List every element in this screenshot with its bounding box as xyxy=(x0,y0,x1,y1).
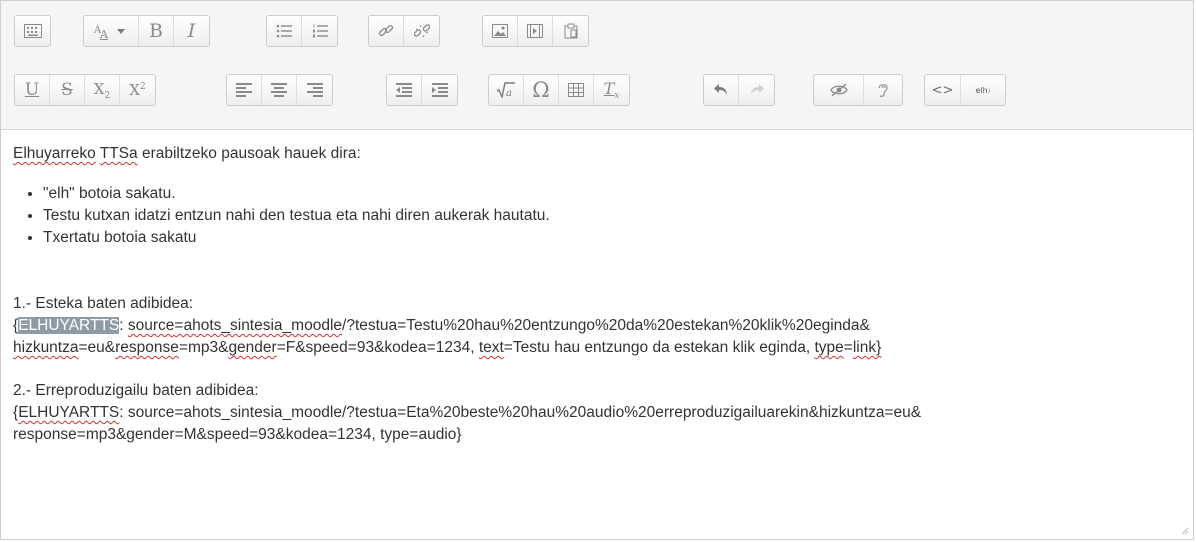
intro-rest: erabiltzeko pausoak hauek dira: xyxy=(137,145,361,162)
strikethrough-button[interactable]: S xyxy=(50,75,85,105)
text-editor: A A B I U S X2 X2 a Ω Tx <> elh) Elhuyar… xyxy=(0,0,1194,540)
editor-content-area[interactable]: Elhuyarreko TTSa erabiltzeko pausoak hau… xyxy=(1,130,1193,540)
bullet-list-button[interactable] xyxy=(267,16,302,46)
image-button[interactable] xyxy=(483,16,518,46)
toolbar-group-links xyxy=(368,15,440,47)
underline-icon: U xyxy=(24,80,40,100)
outdent-button[interactable] xyxy=(387,75,422,105)
accessibility-checker-button[interactable] xyxy=(814,75,864,105)
special-character-button[interactable]: Ω xyxy=(524,75,559,105)
unlink-button[interactable] xyxy=(404,16,439,46)
steps-list: "elh" botoia sakatu. Testu kutxan idatzi… xyxy=(13,183,1193,249)
align-right-button[interactable] xyxy=(297,75,332,105)
media-icon xyxy=(527,24,543,38)
link-icon xyxy=(378,23,394,39)
superscript-icon: X2 xyxy=(129,81,146,99)
list-item: "elh" botoia sakatu. xyxy=(43,183,1193,205)
italic-button[interactable]: I xyxy=(174,16,209,46)
bold-button[interactable]: B xyxy=(139,16,174,46)
svg-text:a: a xyxy=(506,88,512,98)
html-button[interactable]: <> xyxy=(925,75,961,105)
resize-handle[interactable] xyxy=(1181,527,1189,535)
underline-button[interactable]: U xyxy=(15,75,50,105)
intro-paragraph: Elhuyarreko TTSa erabiltzeko pausoak hau… xyxy=(13,143,1193,165)
italic-icon: I xyxy=(187,20,196,42)
media-button[interactable] xyxy=(518,16,553,46)
toolbar-toggle-icon xyxy=(23,24,42,38)
equation-icon: a xyxy=(496,82,516,98)
toolbar-group-accessibility xyxy=(813,74,903,106)
toolbar-group-lists xyxy=(266,15,338,47)
blank-space xyxy=(13,249,1193,293)
toolbar-group-font: A A B I xyxy=(83,15,210,47)
list-item: Txertatu botoia sakatu xyxy=(43,227,1193,249)
font-color-icon: A A xyxy=(91,22,131,40)
subscript-icon: X2 xyxy=(93,79,111,101)
toolbar-group-text-style: U S X2 X2 xyxy=(14,74,156,106)
numbered-list-icon xyxy=(312,24,328,38)
align-center-button[interactable] xyxy=(262,75,297,105)
example1-line2: hizkuntza=eu&response=mp3&gender=F&speed… xyxy=(13,339,882,356)
toolbar-group-insert: a Ω Tx xyxy=(488,74,630,106)
blank-space xyxy=(13,359,1193,380)
image-icon xyxy=(492,24,508,38)
outdent-icon xyxy=(396,83,412,97)
clear-formatting-button[interactable]: Tx xyxy=(594,75,629,105)
example2-line1: {ELHUYARTTS: source=ahots_sintesia_moodl… xyxy=(13,404,922,421)
toolbar-group-media xyxy=(482,15,589,47)
strikethrough-icon: S xyxy=(61,80,73,100)
redo-icon xyxy=(750,84,764,96)
toolbar-group-align xyxy=(226,74,333,106)
html-icon: <> xyxy=(931,82,954,98)
table-button[interactable] xyxy=(559,75,594,105)
equation-button[interactable]: a xyxy=(489,75,524,105)
example2-line2: response=mp3&gender=M&speed=93&kodea=123… xyxy=(13,426,462,443)
elh-tts-button[interactable]: elh) xyxy=(961,75,1005,105)
align-right-icon xyxy=(306,83,323,97)
toolbar-group-toggle xyxy=(14,15,51,47)
align-center-icon xyxy=(271,83,287,97)
font-color-button[interactable]: A A xyxy=(84,16,139,46)
indent-button[interactable] xyxy=(422,75,457,105)
manage-files-icon xyxy=(564,23,578,39)
undo-button[interactable] xyxy=(704,75,739,105)
selected-text: ELHUYARTTS xyxy=(18,317,120,334)
redo-button[interactable] xyxy=(739,75,774,105)
superscript-button[interactable]: X2 xyxy=(120,75,155,105)
special-character-icon: Ω xyxy=(532,78,550,102)
list-item: Testu kutxan idatzi entzun nahi den test… xyxy=(43,205,1193,227)
bullet-list-icon xyxy=(276,24,292,38)
example1-line1: {ELHUYARTTS: source=ahots_sintesia_moodl… xyxy=(13,317,870,334)
undo-icon xyxy=(714,84,728,96)
numbered-list-button[interactable] xyxy=(302,16,337,46)
editor-toolbar: A A B I U S X2 X2 a Ω Tx <> elh) xyxy=(1,1,1193,130)
toolbar-group-indent xyxy=(386,74,458,106)
toolbar-group-source: <> elh) xyxy=(924,74,1006,106)
subscript-button[interactable]: X2 xyxy=(85,75,120,105)
intro-word-ttsa: TTSa xyxy=(99,145,138,162)
align-left-button[interactable] xyxy=(227,75,262,105)
intro-word-elhuyarreko: Elhuyarreko xyxy=(13,145,96,162)
screenreader-helper-button[interactable] xyxy=(864,75,902,105)
align-left-icon xyxy=(236,83,252,97)
toolbar-toggle-button[interactable] xyxy=(15,16,50,46)
accessibility-checker-icon xyxy=(829,83,848,97)
example2-title: 2.- Erreproduzigailu baten adibidea: xyxy=(13,382,259,399)
link-button[interactable] xyxy=(369,16,404,46)
table-icon xyxy=(568,83,584,97)
toolbar-group-history xyxy=(703,74,775,106)
example1-title: 1.- Esteka baten adibidea: xyxy=(13,295,194,312)
indent-icon xyxy=(431,83,448,97)
clear-formatting-icon: Tx xyxy=(603,78,620,102)
bold-icon: B xyxy=(149,20,163,42)
unlink-icon xyxy=(413,23,430,39)
screenreader-helper-icon xyxy=(876,82,890,98)
svg-text:A: A xyxy=(99,28,109,40)
manage-files-button[interactable] xyxy=(553,16,588,46)
elh-tts-icon: elh) xyxy=(975,85,991,95)
